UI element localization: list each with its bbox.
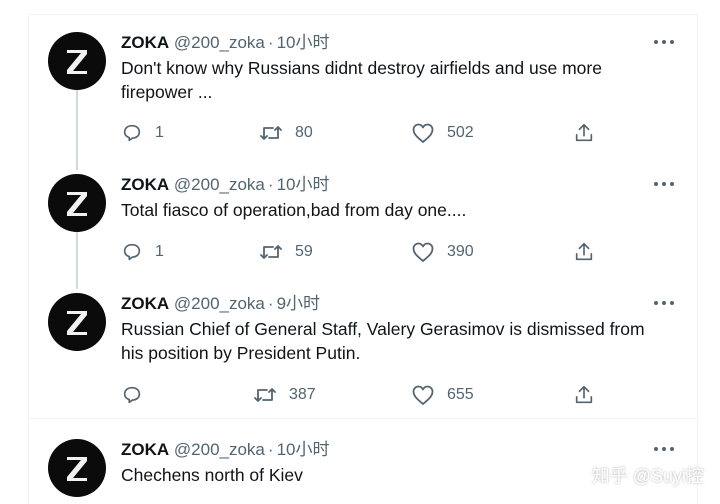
tweet-actions: 1 59 390 <box>121 240 641 264</box>
retweet-count: 80 <box>295 124 313 141</box>
separator-dot: · <box>267 175 274 194</box>
author-name[interactable]: ZOKA <box>121 440 169 459</box>
like-count: 502 <box>447 124 474 141</box>
more-icon[interactable] <box>652 443 676 455</box>
retweet-icon <box>260 245 282 259</box>
top-divider <box>28 14 698 15</box>
retweet-count: 387 <box>289 386 316 403</box>
reply-icon <box>123 386 141 404</box>
avatar[interactable] <box>48 32 106 90</box>
separator-dot: · <box>267 440 274 459</box>
share-icon <box>575 242 593 261</box>
tweet-header: ZOKA @200_zoka · 10小时 <box>121 32 330 54</box>
avatar[interactable] <box>48 293 106 351</box>
author-handle[interactable]: @200_zoka <box>174 440 265 459</box>
tweet-text: Chechens north of Kiev <box>121 465 303 485</box>
author-name[interactable]: ZOKA <box>121 33 169 52</box>
reply-count: 1 <box>155 243 164 260</box>
retweet-button[interactable]: 387 <box>253 383 316 407</box>
timestamp[interactable]: 10小时 <box>277 33 330 52</box>
heart-icon <box>412 123 434 143</box>
tweet[interactable]: ZOKA @200_zoka · 10小时 Don't know why Russi… <box>28 32 698 162</box>
share-button[interactable] <box>573 240 595 264</box>
like-button[interactable]: 502 <box>411 121 474 145</box>
retweet-icon <box>254 388 276 402</box>
tweet[interactable]: ZOKA @200_zoka · 10小时 Total fiasco of oper… <box>28 174 698 274</box>
like-button[interactable]: 390 <box>411 240 474 264</box>
timestamp[interactable]: 9小时 <box>277 294 320 313</box>
z-logo-icon <box>67 50 87 74</box>
retweet-button[interactable]: 80 <box>259 121 313 145</box>
z-logo-icon <box>67 192 87 216</box>
z-logo-icon <box>67 457 87 481</box>
tweet-header: ZOKA @200_zoka · 9小时 <box>121 293 320 315</box>
retweet-icon <box>260 126 282 140</box>
share-icon <box>575 123 593 142</box>
tweet-text: Don't know why Russians didnt destroy ai… <box>121 58 602 102</box>
author-handle[interactable]: @200_zoka <box>174 294 265 313</box>
timestamp[interactable]: 10小时 <box>277 440 330 459</box>
reply-button[interactable]: 1 <box>121 121 164 145</box>
z-logo-icon <box>67 311 87 335</box>
tweet-actions: 1 80 502 <box>121 121 641 145</box>
share-button[interactable] <box>573 383 595 407</box>
reply-icon <box>123 124 141 142</box>
reply-icon <box>123 243 141 261</box>
more-icon[interactable] <box>652 36 676 48</box>
reply-count: 1 <box>155 124 164 141</box>
timestamp[interactable]: 10小时 <box>277 175 330 194</box>
retweet-count: 59 <box>295 243 313 260</box>
retweet-button[interactable]: 59 <box>259 240 313 264</box>
more-icon[interactable] <box>652 297 676 309</box>
tweet-text: Total fiasco of operation,bad from day o… <box>121 200 467 220</box>
tweet-header: ZOKA @200_zoka · 10小时 <box>121 174 330 196</box>
avatar[interactable] <box>48 439 106 497</box>
tweet[interactable]: ZOKA @200_zoka · 9小时 Russian Chief of Gene… <box>28 293 698 413</box>
separator-dot: · <box>267 33 274 52</box>
share-icon <box>575 385 593 404</box>
tweet-header: ZOKA @200_zoka · 10小时 <box>121 439 330 461</box>
author-name[interactable]: ZOKA <box>121 294 169 313</box>
tweet-text: Russian Chief of General Staff, Valery G… <box>121 319 645 363</box>
watermark: 知乎 @Suyi控 <box>591 466 704 486</box>
like-button[interactable]: 655 <box>411 383 474 407</box>
more-icon[interactable] <box>652 178 676 190</box>
avatar[interactable] <box>48 174 106 232</box>
author-handle[interactable]: @200_zoka <box>174 33 265 52</box>
heart-icon <box>412 242 434 262</box>
author-handle[interactable]: @200_zoka <box>174 175 265 194</box>
share-button[interactable] <box>573 121 595 145</box>
separator-dot: · <box>267 294 274 313</box>
tweet-divider <box>28 418 698 419</box>
author-name[interactable]: ZOKA <box>121 175 169 194</box>
like-count: 655 <box>447 386 474 403</box>
tweet-actions: 387 655 <box>121 383 641 407</box>
reply-button[interactable] <box>121 383 155 407</box>
reply-button[interactable]: 1 <box>121 240 164 264</box>
heart-icon <box>412 385 434 405</box>
like-count: 390 <box>447 243 474 260</box>
